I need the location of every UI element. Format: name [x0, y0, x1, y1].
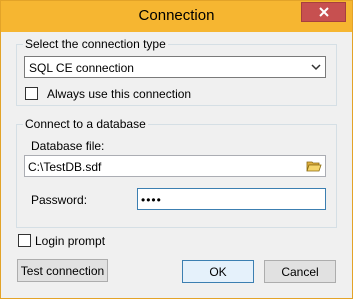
password-value: •••• — [141, 193, 162, 207]
database-group: Connect to a database Database file: C:\… — [16, 117, 337, 228]
database-file-input[interactable]: C:\TestDB.sdf — [24, 155, 326, 177]
cancel-button[interactable]: Cancel — [264, 260, 336, 283]
connection-dialog: Connection Select the connection type SQ… — [0, 0, 353, 299]
chevron-down-icon — [311, 64, 321, 71]
password-label: Password: — [31, 193, 88, 207]
database-file-value: C:\TestDB.sdf — [28, 160, 102, 174]
database-legend: Connect to a database — [23, 117, 148, 131]
connection-type-legend: Select the connection type — [23, 37, 168, 51]
database-file-label: Database file: — [31, 139, 105, 153]
dialog-body: Select the connection type SQL CE connec… — [8, 32, 345, 293]
password-input[interactable]: •••• — [137, 188, 326, 210]
login-prompt-checkbox[interactable] — [18, 234, 31, 247]
connection-type-value: SQL CE connection — [29, 61, 134, 75]
title-bar[interactable]: Connection — [1, 1, 352, 32]
connection-type-select[interactable]: SQL CE connection — [24, 56, 326, 78]
folder-open-icon[interactable] — [306, 158, 322, 174]
always-use-label: Always use this connection — [47, 87, 192, 101]
close-icon — [318, 7, 329, 17]
always-use-checkbox[interactable] — [25, 87, 38, 100]
ok-button[interactable]: OK — [182, 260, 254, 283]
close-button[interactable] — [301, 2, 346, 22]
login-prompt-label: Login prompt — [35, 234, 106, 248]
connection-type-group: Select the connection type SQL CE connec… — [16, 37, 337, 106]
test-connection-button[interactable]: Test connection — [17, 259, 108, 282]
window-title: Connection — [138, 7, 215, 24]
